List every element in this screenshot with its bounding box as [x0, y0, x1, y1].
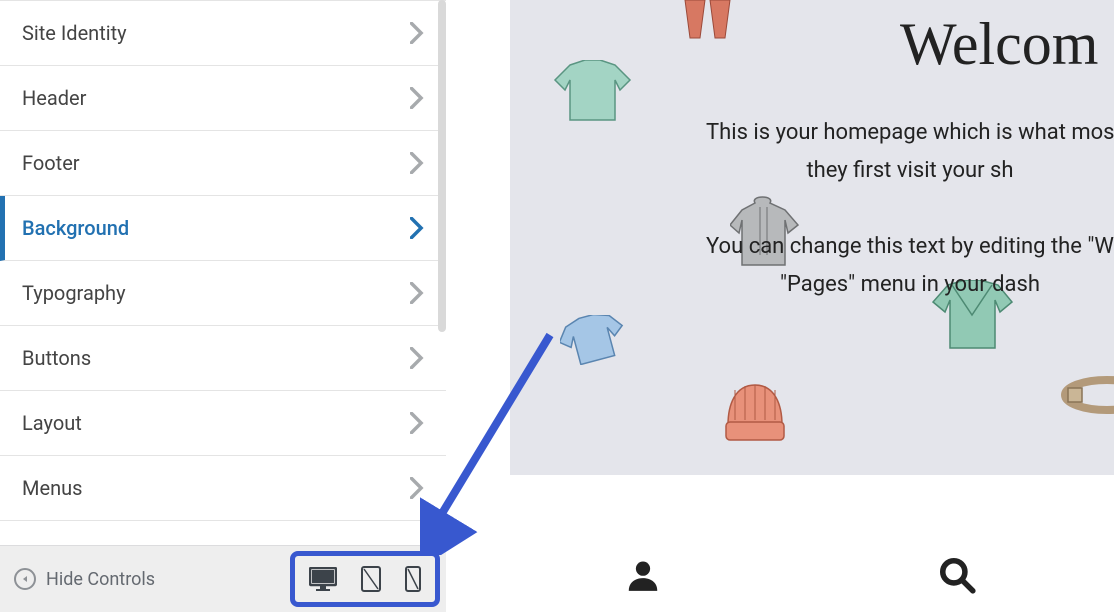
hide-controls-button[interactable]: Hide Controls [14, 568, 155, 590]
chevron-right-icon [410, 87, 424, 109]
preview-text-line: You can change this text by editing the … [706, 234, 1114, 259]
mobile-preview-button[interactable] [405, 566, 421, 592]
sidebar-item-label: Layout [22, 411, 82, 435]
sidebar-list: Site Identity Header Footer Background T… [0, 0, 446, 545]
sidebar-item-site-identity[interactable]: Site Identity [0, 0, 446, 66]
sidebar-item-typography[interactable]: Typography [0, 261, 446, 326]
sidebar-item-background[interactable]: Background [0, 196, 446, 261]
chevron-right-icon [410, 22, 424, 44]
pants-illustration-icon [680, 0, 740, 40]
preview-footer-nav [446, 556, 1114, 598]
scrollbar-thumb[interactable] [438, 0, 446, 332]
tablet-preview-button[interactable] [361, 566, 381, 592]
sidebar-item-label: Buttons [22, 346, 91, 370]
sidebar-item-buttons[interactable]: Buttons [0, 326, 446, 391]
sidebar-item-label: Header [22, 86, 86, 110]
chevron-right-icon [410, 412, 424, 434]
preview-pane: Welcom This is your homepage which is wh… [446, 0, 1114, 612]
desktop-preview-button[interactable] [309, 566, 337, 592]
chevron-right-icon [410, 152, 424, 174]
tablet-icon [361, 566, 381, 592]
chevron-right-icon [410, 347, 424, 369]
search-button[interactable] [938, 556, 976, 598]
shirt-illustration-icon [550, 60, 635, 130]
sidebar-item-menus[interactable]: Menus [0, 456, 446, 521]
desktop-icon [309, 567, 337, 591]
preview-title: Welcom [900, 10, 1098, 79]
shirt-illustration-icon [560, 315, 630, 365]
preview-text-line: This is your homepage which is what mos [706, 120, 1114, 145]
collapse-icon [14, 568, 36, 590]
sidebar-item-label: Footer [22, 151, 80, 175]
account-button[interactable] [624, 556, 662, 598]
belt-illustration-icon [1060, 370, 1114, 420]
chevron-right-icon [410, 282, 424, 304]
sidebar-item-layout[interactable]: Layout [0, 391, 446, 456]
device-preview-toggle [290, 551, 440, 607]
chevron-right-icon [410, 217, 424, 239]
chevron-right-icon [410, 477, 424, 499]
preview-hero: Welcom This is your homepage which is wh… [510, 0, 1114, 475]
sidebar-item-label: Typography [22, 281, 126, 305]
search-icon [938, 556, 976, 594]
sidebar-item-label: Menus [22, 476, 82, 500]
mobile-icon [405, 566, 421, 592]
sidebar-item-header[interactable]: Header [0, 66, 446, 131]
sidebar-item-label: Site Identity [22, 21, 127, 45]
user-icon [624, 556, 662, 594]
customizer-sidebar: Site Identity Header Footer Background T… [0, 0, 446, 612]
beanie-illustration-icon [720, 380, 790, 450]
sidebar-item-label: Background [22, 216, 129, 240]
hide-controls-label: Hide Controls [46, 569, 155, 590]
preview-text-line: "Pages" menu in your dash [706, 272, 1114, 297]
sidebar-footer: Hide Controls [0, 545, 446, 612]
sidebar-item-footer[interactable]: Footer [0, 131, 446, 196]
preview-text-line: they first visit your sh [706, 158, 1114, 183]
